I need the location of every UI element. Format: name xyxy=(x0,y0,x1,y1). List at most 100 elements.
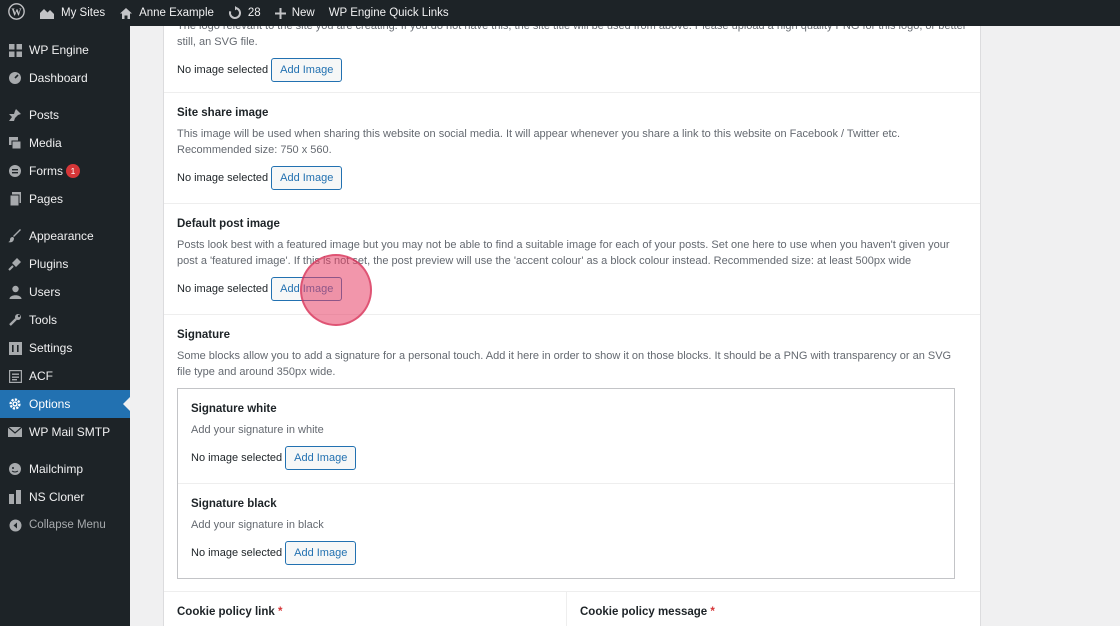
forms-icon xyxy=(8,164,22,178)
sidebar-item-tools[interactable]: Tools xyxy=(0,306,130,334)
site-share-image-field: Site share image This image will be used… xyxy=(164,93,980,204)
sidebar-item-label: Dashboard xyxy=(29,71,88,85)
mailchimp-icon xyxy=(8,462,22,476)
pages-icon xyxy=(8,192,22,206)
sidebar-item-label: Pages xyxy=(29,192,64,206)
new-label: New xyxy=(291,7,315,19)
add-image-button[interactable]: Add Image xyxy=(271,277,343,301)
image-status: No image selected xyxy=(177,172,269,184)
sidebar-item-appearance[interactable]: Appearance xyxy=(0,222,130,250)
logo-field: The logo relevant to the site you are cr… xyxy=(164,26,980,93)
sidebar-item-wp-mail-smtp[interactable]: WP Mail SMTP xyxy=(0,418,130,446)
signature-group: Signature white Add your signature in wh… xyxy=(177,388,955,579)
admin-sidebar: WP Engine Dashboard Posts Media Forms 1 … xyxy=(0,26,130,626)
add-image-button[interactable]: Add Image xyxy=(285,446,357,470)
image-row: No image selected Add Image xyxy=(177,166,967,190)
my-sites-label: My Sites xyxy=(61,7,106,19)
sidebar-item-options[interactable]: Options xyxy=(0,390,130,418)
cookie-policy-message-field: Cookie policy message * xyxy=(567,592,980,626)
sites-icon xyxy=(39,7,55,20)
add-image-button[interactable]: Add Image xyxy=(285,541,357,565)
add-image-button[interactable]: Add Image xyxy=(271,166,343,190)
field-label: Site share image xyxy=(177,107,269,119)
sidebar-item-label: Posts xyxy=(29,108,60,122)
site-name-label: Anne Example xyxy=(139,7,214,19)
grid-icon xyxy=(8,43,22,57)
new-content-menu[interactable]: New xyxy=(268,0,322,26)
image-status: No image selected xyxy=(191,452,283,464)
media-icon xyxy=(8,136,22,150)
signature-black-field: Signature black Add your signature in bl… xyxy=(178,484,954,579)
wordpress-logo-menu[interactable]: W xyxy=(0,0,32,26)
collapse-menu-button[interactable]: Collapse Menu xyxy=(0,511,130,539)
sidebar-item-media[interactable]: Media xyxy=(0,129,130,157)
sidebar-item-label: Users xyxy=(29,285,61,299)
field-label: Cookie policy message * xyxy=(580,606,967,618)
field-label: Signature white xyxy=(191,403,277,415)
wrench-icon xyxy=(8,313,22,327)
acf-icon xyxy=(8,369,22,383)
sidebar-item-mailchimp[interactable]: Mailchimp xyxy=(0,455,130,483)
sidebar-item-users[interactable]: Users xyxy=(0,278,130,306)
field-description: Add your signature in black xyxy=(191,519,324,531)
pin-icon xyxy=(8,108,22,122)
sidebar-item-wp-engine[interactable]: WP Engine xyxy=(0,36,130,64)
image-row: No image selected Add Image xyxy=(177,277,967,301)
field-label: Cookie policy link * xyxy=(177,606,553,618)
field-description: Posts look best with a featured image bu… xyxy=(177,239,950,267)
field-label: Signature xyxy=(177,329,231,341)
sidebar-item-ns-cloner[interactable]: NS Cloner xyxy=(0,483,130,511)
field-description: Add your signature in white xyxy=(191,424,324,436)
image-status: No image selected xyxy=(177,283,269,295)
image-status: No image selected xyxy=(177,64,269,76)
field-label: Signature black xyxy=(191,498,277,510)
sidebar-item-dashboard[interactable]: Dashboard xyxy=(0,64,130,92)
field-description: This image will be used when sharing thi… xyxy=(177,128,901,156)
sidebar-item-pages[interactable]: Pages xyxy=(0,185,130,213)
forms-count-badge: 1 xyxy=(66,164,80,178)
quick-links-label: WP Engine Quick Links xyxy=(328,7,449,19)
admin-bar: W My Sites Anne Example 28 New WP Engine… xyxy=(0,0,1120,26)
field-description: The logo relevant to the site you are cr… xyxy=(177,26,967,32)
cookie-link-label: Cookie policy link xyxy=(177,606,275,618)
sidebar-item-label: WP Engine xyxy=(29,43,89,57)
image-row: No image selected Add Image xyxy=(177,58,967,82)
image-status: No image selected xyxy=(191,547,283,559)
updates-count: 28 xyxy=(247,7,261,19)
wp-engine-quick-links-menu[interactable]: WP Engine Quick Links xyxy=(322,0,456,26)
plug-icon xyxy=(8,257,22,271)
user-icon xyxy=(8,285,22,299)
settings-icon xyxy=(8,341,22,355)
sidebar-item-label: Settings xyxy=(29,341,73,355)
cloner-icon xyxy=(8,490,22,504)
field-description: Some blocks allow you to add a signature… xyxy=(177,350,952,378)
sidebar-item-label: ACF xyxy=(29,369,53,383)
sidebar-item-label: WP Mail SMTP xyxy=(29,425,111,439)
default-post-image-field: Default post image Posts look best with … xyxy=(164,204,980,315)
sidebar-item-label: Media xyxy=(29,136,62,150)
refresh-icon xyxy=(228,6,242,20)
sidebar-item-acf[interactable]: ACF xyxy=(0,362,130,390)
sidebar-item-label: Collapse Menu xyxy=(29,519,106,531)
field-description: still, an SVG file. xyxy=(177,36,258,48)
required-marker: * xyxy=(277,606,283,618)
brush-icon xyxy=(8,229,22,243)
sidebar-item-label: Appearance xyxy=(29,229,94,243)
field-label: Default post image xyxy=(177,218,280,230)
dashboard-icon xyxy=(8,71,22,85)
sidebar-item-plugins[interactable]: Plugins xyxy=(0,250,130,278)
sidebar-item-label: Options xyxy=(29,397,71,411)
updates-menu[interactable]: 28 xyxy=(221,0,268,26)
signature-white-field: Signature white Add your signature in wh… xyxy=(178,389,954,484)
sidebar-item-label: NS Cloner xyxy=(29,490,85,504)
sidebar-item-label: Mailchimp xyxy=(29,462,84,476)
sidebar-item-forms[interactable]: Forms 1 xyxy=(0,157,130,185)
add-image-button[interactable]: Add Image xyxy=(271,58,343,82)
sidebar-item-settings[interactable]: Settings xyxy=(0,334,130,362)
my-sites-menu[interactable]: My Sites xyxy=(32,0,112,26)
collapse-icon xyxy=(8,518,22,532)
sidebar-item-posts[interactable]: Posts xyxy=(0,101,130,129)
svg-text:W: W xyxy=(11,7,22,18)
sidebar-item-label: Forms xyxy=(29,164,63,178)
site-name-menu[interactable]: Anne Example xyxy=(112,0,221,26)
